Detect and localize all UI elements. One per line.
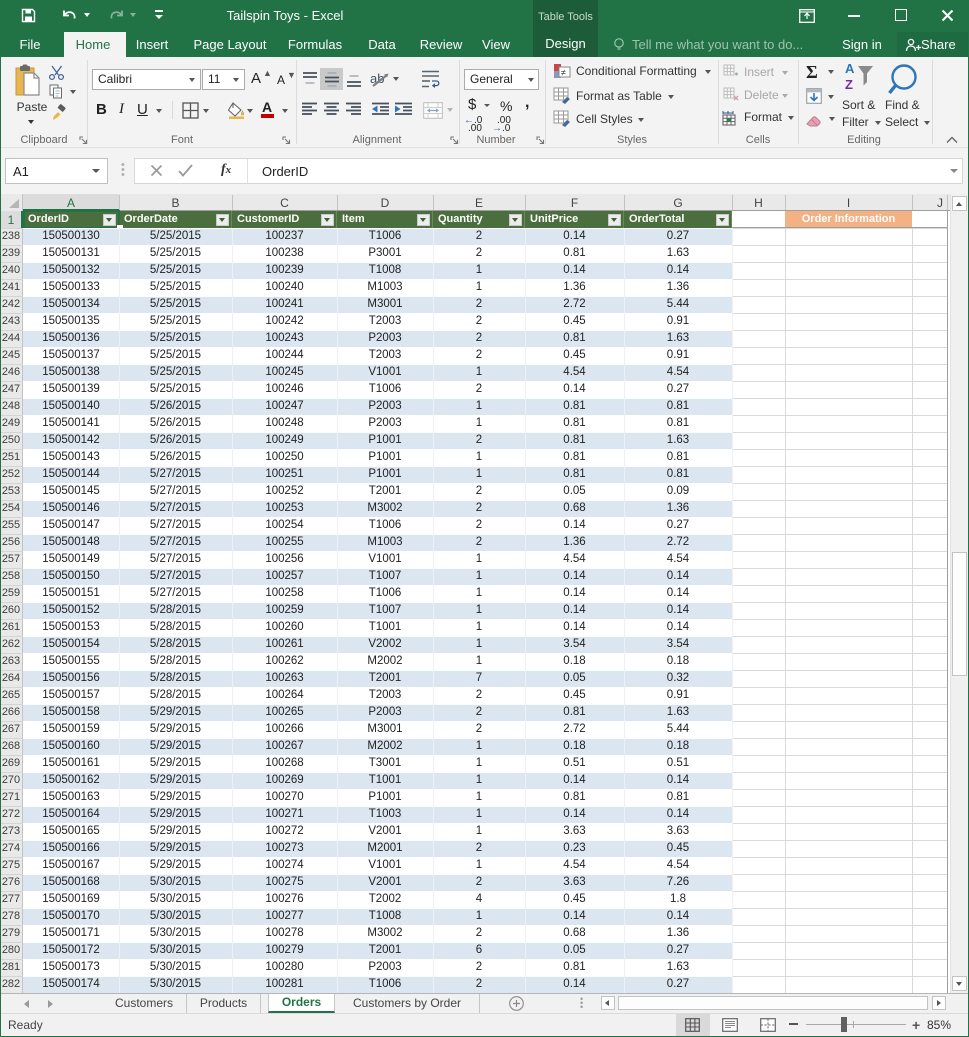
svg-text:Z: Z [845,77,853,92]
svg-text:A: A [845,61,855,76]
svg-text:≠: ≠ [561,68,566,78]
